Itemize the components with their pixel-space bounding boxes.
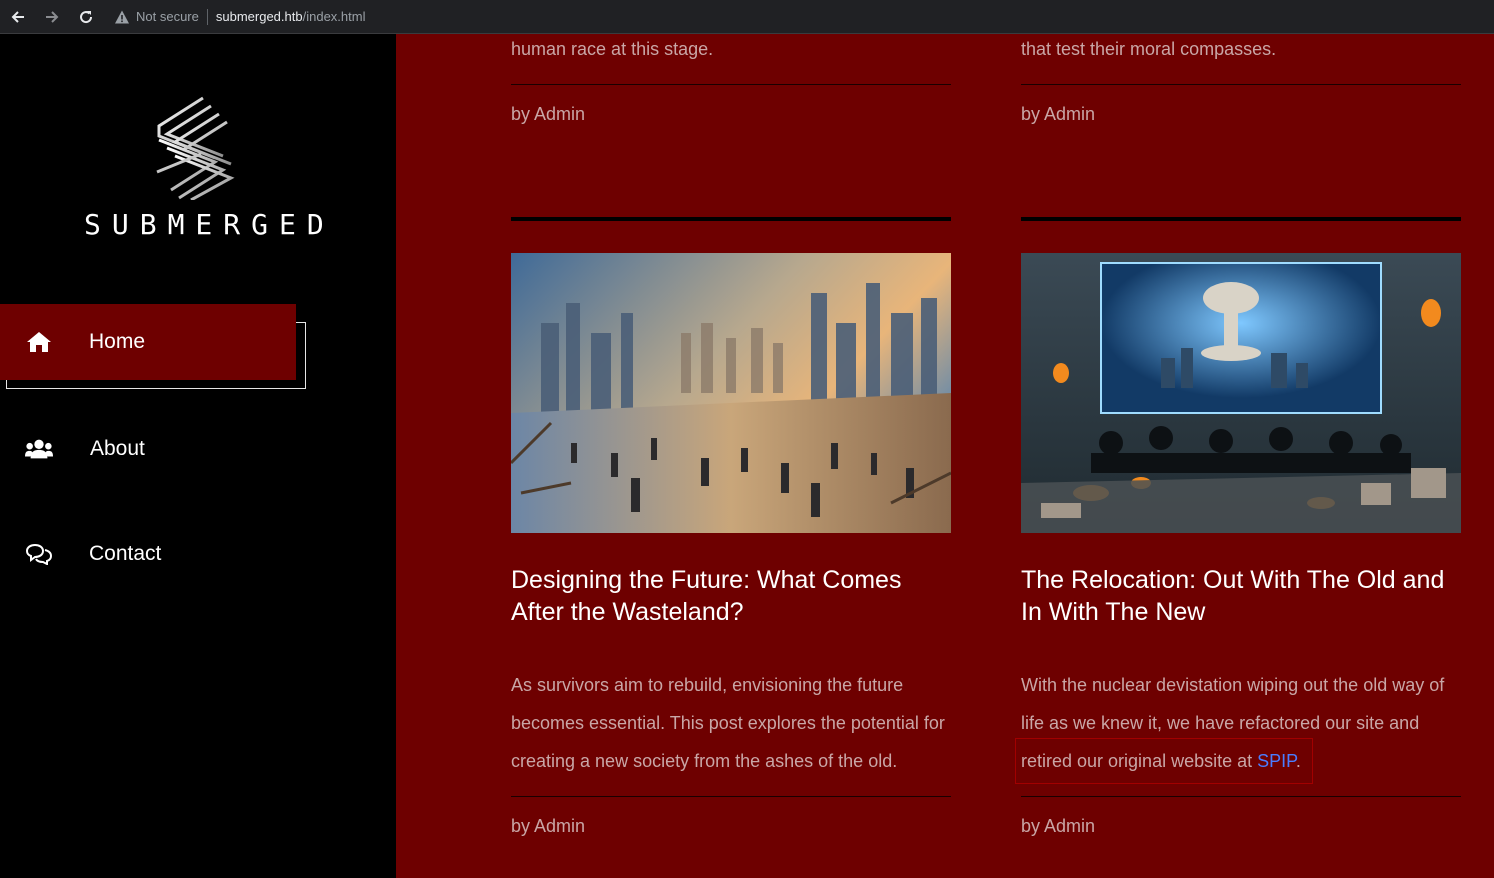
post-title[interactable]: Designing the Future: What Comes After t…	[511, 564, 951, 628]
omnibox-divider	[206, 8, 208, 25]
security-status: Not secure	[136, 9, 199, 24]
reload-button[interactable]	[70, 4, 102, 30]
sidebar-item-contact[interactable]: Contact	[0, 534, 161, 574]
post-separator	[511, 217, 951, 221]
sidebar-item-label: Home	[89, 330, 146, 353]
sidebar: SUBMERGED Home About Contact	[0, 34, 396, 878]
sidebar-item-label: About	[90, 437, 145, 460]
url-path: /index.html	[302, 9, 366, 24]
post-byline: by Admin	[1021, 104, 1096, 124]
main-content: human race at this stage. by Admin Desig…	[396, 34, 1494, 878]
post-title[interactable]: The Relocation: Out With The Old and In …	[1021, 564, 1461, 628]
post-excerpt: As survivors aim to rebuild, envisioning…	[511, 675, 945, 771]
post-image-rebuild[interactable]	[511, 253, 951, 533]
sidebar-item-about[interactable]: About	[0, 429, 145, 469]
address-bar[interactable]: Not secure submerged.htb/index.html	[114, 4, 365, 30]
post-separator	[1021, 217, 1461, 221]
post-byline: by Admin	[1021, 816, 1096, 836]
reload-icon	[80, 10, 93, 23]
link-focus-highlight	[1015, 738, 1313, 784]
forward-button[interactable]	[36, 4, 68, 30]
logo-mark-icon[interactable]	[155, 96, 237, 200]
browser-toolbar: Not secure submerged.htb/index.html	[0, 0, 1494, 34]
previous-post-excerpt: that test their moral compasses.	[1021, 39, 1277, 59]
post-byline: by Admin	[511, 104, 586, 124]
arrow-right-icon	[46, 10, 59, 23]
url-host: submerged.htb	[215, 9, 303, 24]
warning-icon	[115, 10, 129, 23]
sidebar-item-home[interactable]: Home	[0, 304, 296, 380]
arrow-left-icon	[11, 10, 24, 23]
home-icon	[25, 330, 53, 354]
previous-post-excerpt: human race at this stage.	[511, 39, 714, 59]
sidebar-item-label: Contact	[89, 542, 162, 565]
logo-wordmark[interactable]: SUBMERGED	[84, 208, 324, 241]
chat-icon	[25, 542, 53, 566]
post-divider	[1021, 84, 1461, 85]
post-divider	[1021, 796, 1461, 797]
users-icon	[25, 437, 53, 461]
back-button[interactable]	[2, 4, 34, 30]
post-byline: by Admin	[511, 816, 586, 836]
post-divider	[511, 796, 951, 797]
post-divider	[511, 84, 951, 85]
post-image-relocation[interactable]	[1021, 253, 1461, 533]
